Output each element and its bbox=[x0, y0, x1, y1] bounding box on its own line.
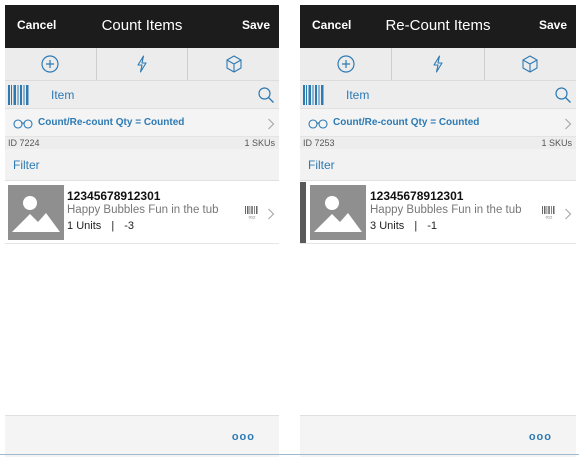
glasses-icon bbox=[308, 119, 328, 129]
filter-button[interactable]: Filter bbox=[13, 158, 40, 172]
item-variance: -1 bbox=[427, 220, 438, 232]
add-button[interactable] bbox=[300, 48, 393, 80]
chevron-right-icon bbox=[268, 118, 275, 130]
item-search-row: Item bbox=[300, 81, 576, 109]
chevron-right-icon bbox=[268, 208, 275, 220]
item-quantity-line: 3 Units | -1 bbox=[370, 220, 437, 232]
count-id: ID 7253 bbox=[303, 138, 335, 148]
item-description: Happy Bubbles Fun in the tub bbox=[67, 204, 219, 216]
item-qty: 3 bbox=[370, 220, 377, 232]
filter-rule-text: Count/Re-count Qty = Counted bbox=[333, 117, 480, 128]
lightning-icon bbox=[433, 55, 443, 73]
filter-button[interactable]: Filter bbox=[308, 158, 335, 172]
list-item[interactable]: 12345678912301 Happy Bubbles Fun in the … bbox=[5, 182, 279, 244]
screen-title: Re-Count Items bbox=[385, 17, 491, 34]
sku-count: 1 SKUs bbox=[541, 138, 572, 148]
box-button[interactable] bbox=[188, 48, 279, 80]
barcode-text: 012 bbox=[546, 215, 553, 220]
item-search-row: Item bbox=[5, 81, 279, 109]
add-button[interactable] bbox=[5, 48, 97, 80]
action-toolbar bbox=[300, 48, 576, 81]
bottom-bar: ooo bbox=[300, 415, 576, 457]
search-icon[interactable] bbox=[257, 86, 275, 104]
filter-rule-text: Count/Re-count Qty = Counted bbox=[38, 117, 185, 128]
barcode-scan-icon[interactable] bbox=[7, 83, 31, 107]
save-button[interactable]: Save bbox=[539, 18, 567, 32]
id-info-row: ID 7224 1 SKUs bbox=[5, 137, 279, 149]
sku-count: 1 SKUs bbox=[244, 138, 275, 148]
plus-circle-icon bbox=[41, 55, 59, 73]
top-bar: Cancel Re-Count Items Save bbox=[300, 5, 576, 48]
qty-separator: | bbox=[111, 220, 115, 232]
item-image-placeholder bbox=[8, 185, 64, 240]
filter-bar: Filter bbox=[5, 149, 279, 181]
barcode-icon: 012 bbox=[245, 206, 258, 220]
count-id: ID 7224 bbox=[8, 138, 40, 148]
box-button[interactable] bbox=[485, 48, 576, 80]
list-item[interactable]: 12345678912301 Happy Bubbles Fun in the … bbox=[300, 182, 576, 244]
plus-circle-icon bbox=[337, 55, 355, 73]
filter-rule-row[interactable]: Count/Re-count Qty = Counted bbox=[300, 109, 576, 137]
save-button[interactable]: Save bbox=[242, 18, 270, 32]
glasses-icon bbox=[13, 119, 33, 129]
screen-title: Count Items bbox=[101, 17, 183, 34]
chevron-right-icon bbox=[565, 208, 572, 220]
image-placeholder-icon bbox=[314, 196, 362, 232]
more-options-button[interactable]: ooo bbox=[529, 431, 552, 443]
recount-items-screen: Cancel Re-Count Items Save Item Count/Re… bbox=[300, 5, 576, 457]
bottom-bar: ooo bbox=[5, 415, 279, 457]
item-description: Happy Bubbles Fun in the tub bbox=[370, 204, 522, 216]
bottom-divider bbox=[0, 454, 579, 455]
filter-bar: Filter bbox=[300, 149, 576, 181]
item-variance: -3 bbox=[124, 220, 135, 232]
item-unit: Units bbox=[379, 220, 405, 232]
barcode-text: 012 bbox=[249, 215, 256, 220]
id-info-row: ID 7253 1 SKUs bbox=[300, 137, 576, 149]
selected-indicator bbox=[300, 182, 306, 243]
action-toolbar bbox=[5, 48, 279, 81]
barcode-icon: 012 bbox=[542, 206, 555, 220]
item-sku: 12345678912301 bbox=[67, 189, 161, 203]
box-icon bbox=[226, 55, 242, 73]
barcode-scan-icon[interactable] bbox=[302, 83, 326, 107]
lightning-icon bbox=[137, 55, 147, 73]
chevron-right-icon bbox=[565, 118, 572, 130]
item-sku: 12345678912301 bbox=[370, 189, 464, 203]
item-search-input[interactable]: Item bbox=[346, 88, 369, 102]
qty-separator: | bbox=[414, 220, 418, 232]
item-unit: Units bbox=[76, 220, 102, 232]
item-qty: 1 bbox=[67, 220, 74, 232]
quick-action-button[interactable] bbox=[97, 48, 189, 80]
image-placeholder-icon bbox=[12, 196, 60, 232]
item-image-placeholder bbox=[310, 185, 366, 240]
more-options-button[interactable]: ooo bbox=[232, 431, 255, 443]
count-items-screen: Cancel Count Items Save Item Count/Re-co… bbox=[5, 5, 279, 457]
quick-action-button[interactable] bbox=[392, 48, 485, 80]
item-search-input[interactable]: Item bbox=[51, 88, 74, 102]
search-icon[interactable] bbox=[554, 86, 572, 104]
top-bar: Cancel Count Items Save bbox=[5, 5, 279, 48]
item-quantity-line: 1 Units | -3 bbox=[67, 220, 134, 232]
filter-rule-row[interactable]: Count/Re-count Qty = Counted bbox=[5, 109, 279, 137]
box-icon bbox=[522, 55, 538, 73]
